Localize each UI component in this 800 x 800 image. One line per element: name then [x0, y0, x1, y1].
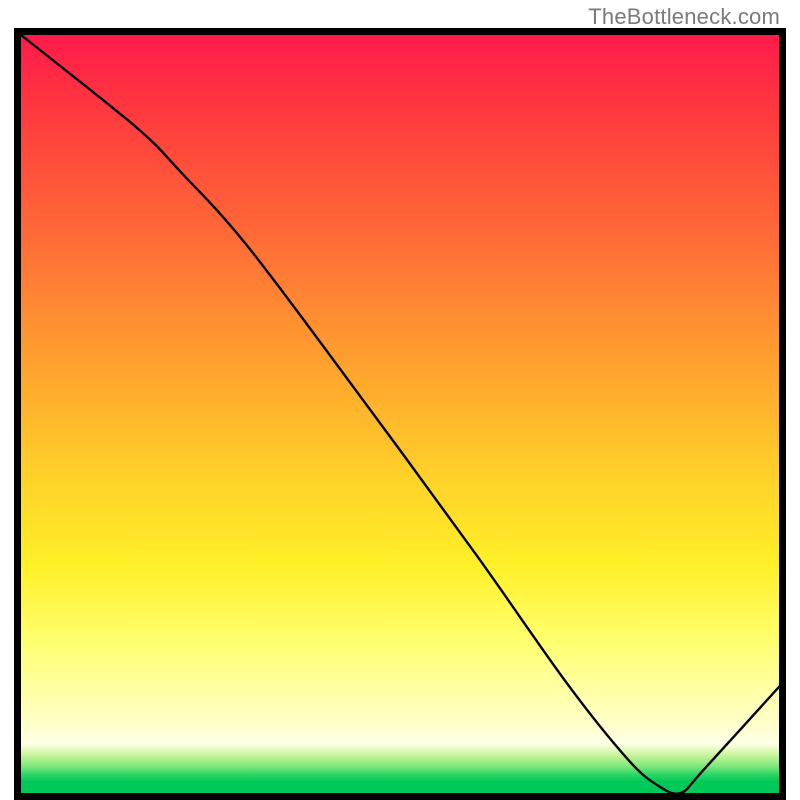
curve-overlay: [21, 35, 779, 793]
watermark-text: TheBottleneck.com: [588, 4, 780, 30]
bottleneck-curve: [21, 35, 779, 793]
chart-container: TheBottleneck.com: [0, 0, 800, 800]
chart-frame: [14, 28, 786, 800]
